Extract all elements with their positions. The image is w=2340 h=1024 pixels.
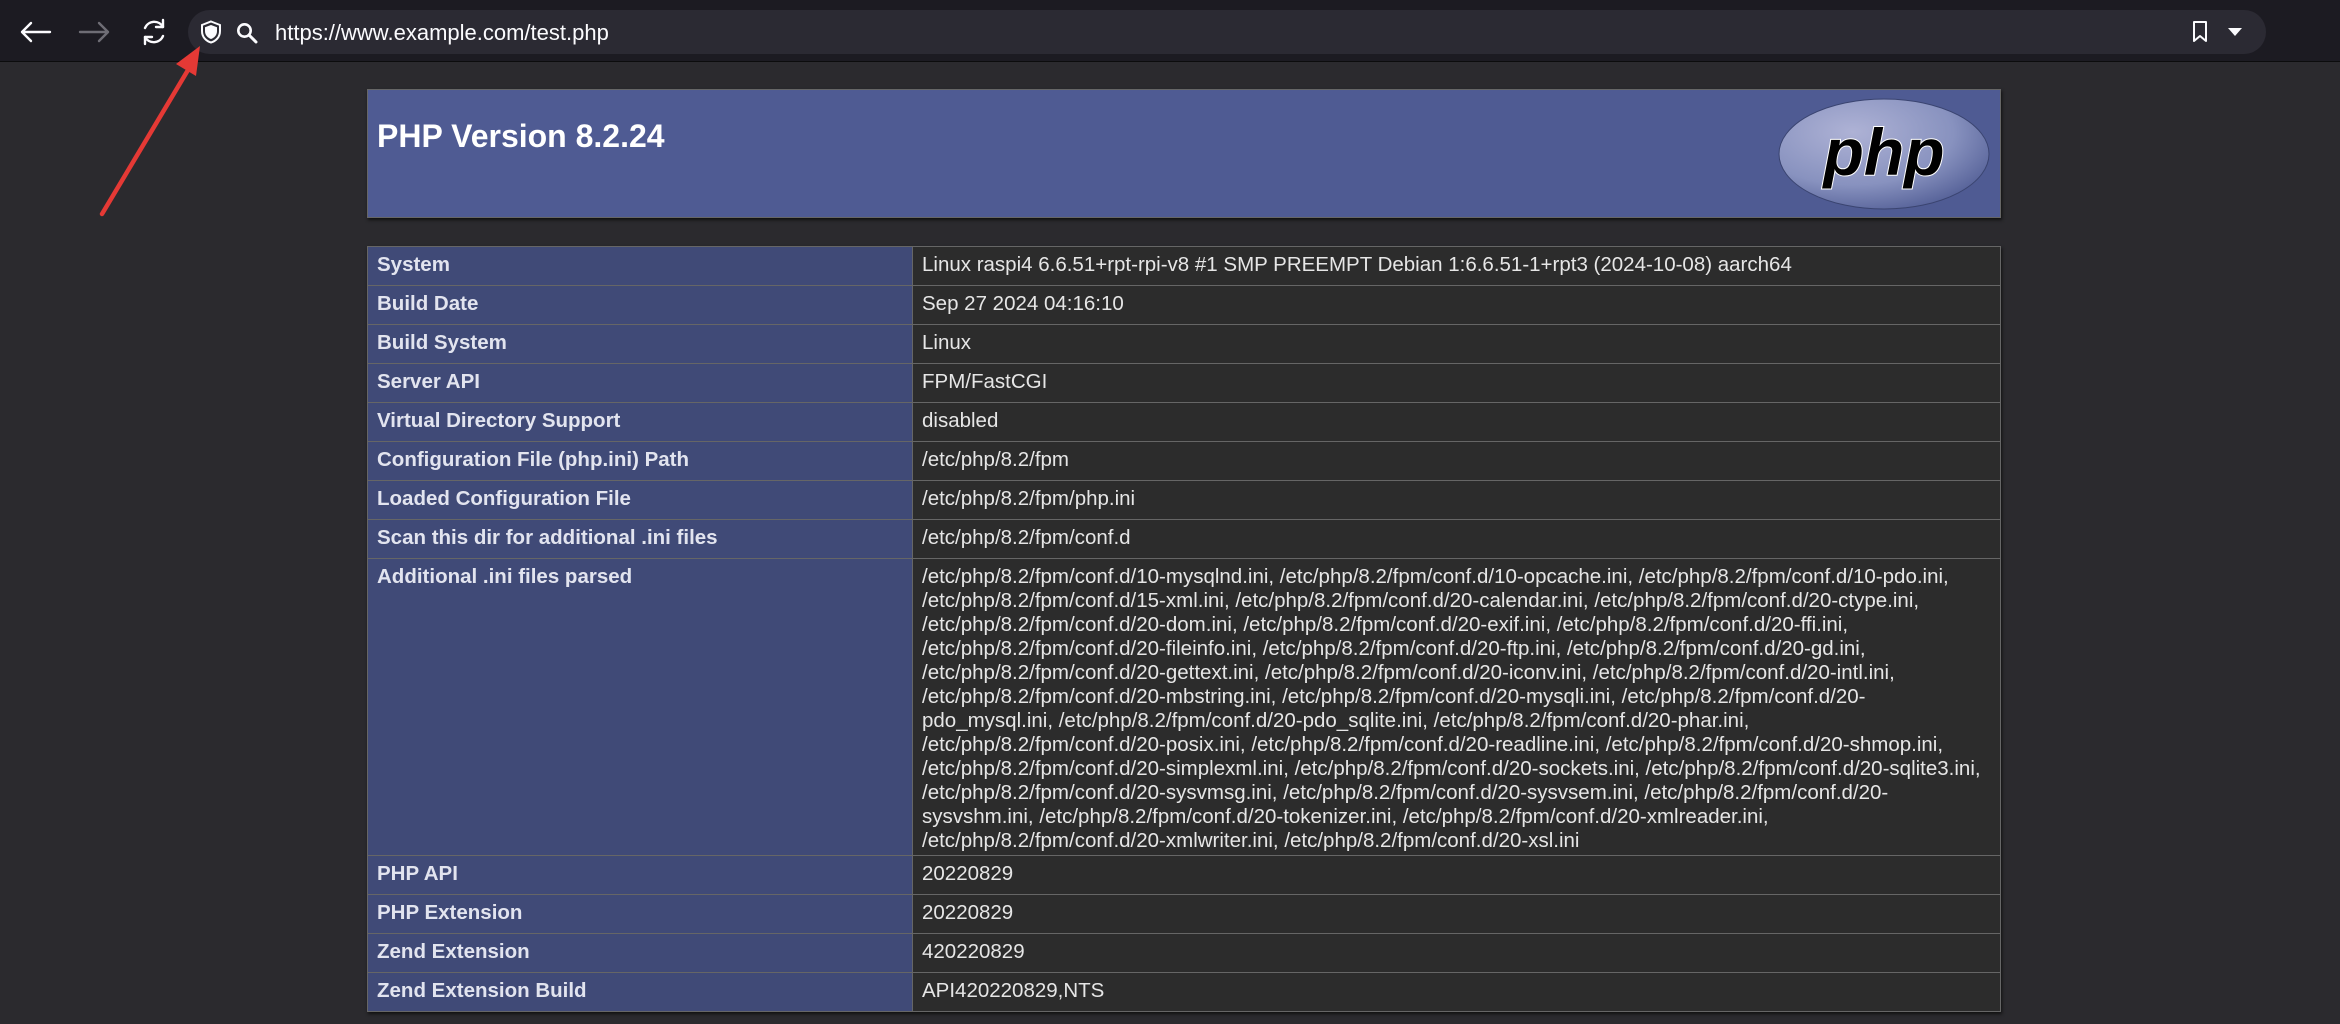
row-value: Linux [912, 324, 2001, 364]
row-value: disabled [912, 402, 2001, 442]
bookmark-button[interactable] [2187, 19, 2213, 45]
row-key: Zend Extension [367, 933, 913, 973]
row-value: /etc/php/8.2/fpm/conf.d/10-mysqlnd.ini, … [912, 558, 2001, 856]
table-row: PHP Extension 20220829 [367, 894, 2001, 934]
table-row: Scan this dir for additional .ini files /… [367, 519, 2001, 559]
chevron-down-icon [2228, 28, 2242, 36]
url-input[interactable] [275, 20, 2175, 46]
tracking-protection-button[interactable] [198, 19, 224, 45]
row-key: Additional .ini files parsed [367, 558, 913, 856]
row-key: Scan this dir for additional .ini files [367, 519, 913, 559]
row-key: Loaded Configuration File [367, 480, 913, 520]
info-table: System Linux raspi4 6.6.51+rpt-rpi-v8 #1 … [367, 246, 2001, 1012]
row-value: Sep 27 2024 04:16:10 [912, 285, 2001, 325]
svg-text:php: php [1822, 115, 1945, 189]
table-row: Configuration File (php.ini) Path/etc/ph… [367, 441, 2001, 481]
page-title: PHP Version 8.2.24 [377, 118, 665, 154]
row-value: /etc/php/8.2/fpm [912, 441, 2001, 481]
row-value: 420220829 [912, 933, 2001, 973]
arrow-left-icon [20, 21, 52, 43]
back-button[interactable] [15, 12, 55, 52]
row-value: 20220829 [912, 855, 2001, 895]
table-row: Virtual Directory Support disabled [367, 402, 2001, 442]
table-row: Zend Extension 420220829 [367, 933, 2001, 973]
table-row: Additional .ini files parsed/etc/php/8.2… [367, 558, 2001, 856]
row-key: Build System [367, 324, 913, 364]
row-key: Configuration File (php.ini) Path [367, 441, 913, 481]
table-row: PHP API 20220829 [367, 855, 2001, 895]
table-row: System Linux raspi4 6.6.51+rpt-rpi-v8 #1 … [367, 246, 2001, 286]
table-row: Zend Extension Build API420220829,NTS [367, 972, 2001, 1012]
row-value: /etc/php/8.2/fpm/php.ini [912, 480, 2001, 520]
php-logo: php [1777, 97, 1991, 216]
row-key: Server API [367, 363, 913, 403]
arrow-right-icon [78, 21, 110, 43]
table-row: Loaded Configuration File/etc/php/8.2/fp… [367, 480, 2001, 520]
row-value: API420220829,NTS [912, 972, 2001, 1012]
row-value: 20220829 [912, 894, 2001, 934]
phpinfo-page: PHP Version 8.2.24 php System Linux raspi… [367, 89, 2001, 1012]
bookmark-icon [2193, 21, 2207, 42]
row-key: PHP Extension [367, 894, 913, 934]
phpinfo-header: PHP Version 8.2.24 php [367, 89, 2001, 218]
forward-button[interactable] [75, 12, 115, 52]
urlbar-dropdown-button[interactable] [2222, 19, 2248, 45]
row-value: Linux raspi4 6.6.51+rpt-rpi-v8 #1 SMP PR… [912, 246, 2001, 286]
row-key: Virtual Directory Support [367, 402, 913, 442]
row-key: Zend Extension Build [367, 972, 913, 1012]
reload-button[interactable] [134, 12, 174, 52]
row-value: FPM/FastCGI [912, 363, 2001, 403]
table-row: Build Date Sep 27 2024 04:16:10 [367, 285, 2001, 325]
table-row: Server API FPM/FastCGI [367, 363, 2001, 403]
search-indicator [234, 20, 260, 46]
search-icon [237, 23, 258, 44]
reload-icon [143, 18, 165, 46]
shield-icon [201, 20, 221, 44]
row-key: System [367, 246, 913, 286]
table-row: Build System Linux [367, 324, 2001, 364]
row-key: PHP API [367, 855, 913, 895]
row-key: Build Date [367, 285, 913, 325]
row-value: /etc/php/8.2/fpm/conf.d [912, 519, 2001, 559]
browser-toolbar [0, 0, 2340, 62]
url-bar[interactable] [188, 10, 2266, 54]
